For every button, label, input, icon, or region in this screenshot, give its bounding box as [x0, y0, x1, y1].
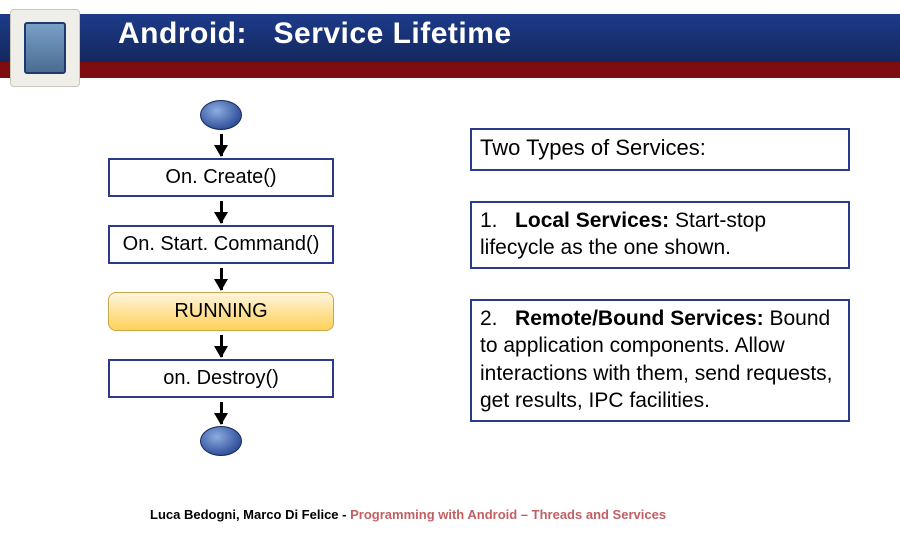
info2-title: Remote/Bound Services:: [515, 307, 764, 330]
footer-course: Programming with Android – Threads and S…: [350, 507, 666, 522]
slide-title: Android: Service Lifetime: [118, 17, 512, 51]
university-seal: [10, 9, 80, 87]
info1-title: Local Services:: [515, 209, 669, 232]
footer-sep: -: [342, 507, 350, 522]
info-heading-text: Two Types of Services:: [480, 135, 706, 160]
arrow-4: [220, 335, 223, 357]
footer-authors: Luca Bedogni, Marco Di Felice: [150, 507, 339, 522]
stage-oncreate: On. Create(): [108, 158, 334, 197]
stage-onstartcommand: On. Start. Command(): [108, 225, 334, 264]
lifecycle-flow: On. Create() On. Start. Command() RUNNIN…: [96, 100, 346, 456]
title-prefix: Android:: [118, 17, 247, 50]
title-bar: Android: Service Lifetime: [0, 7, 900, 81]
info2-num: 2.: [480, 307, 498, 330]
title-suffix: Service Lifetime: [274, 17, 512, 50]
info-item-2: 2. Remote/Bound Services: Bound to appli…: [470, 299, 850, 422]
start-node: [200, 100, 242, 130]
info-heading: Two Types of Services:: [470, 128, 850, 171]
seal-glyph: [24, 22, 66, 74]
title-red-band: [0, 62, 900, 78]
arrow-3: [220, 268, 223, 290]
arrow-2: [220, 201, 223, 223]
info1-num: 1.: [480, 209, 498, 232]
info-item-1: 1. Local Services: Start-stop lifecycle …: [470, 201, 850, 270]
arrow-1: [220, 134, 223, 156]
arrow-5: [220, 402, 223, 424]
info-column: Two Types of Services: 1. Local Services…: [470, 128, 850, 422]
end-node: [200, 426, 242, 456]
stage-ondestroy: on. Destroy(): [108, 359, 334, 398]
slide-footer: Luca Bedogni, Marco Di Felice - Programm…: [150, 507, 666, 522]
stage-running: RUNNING: [108, 292, 334, 331]
